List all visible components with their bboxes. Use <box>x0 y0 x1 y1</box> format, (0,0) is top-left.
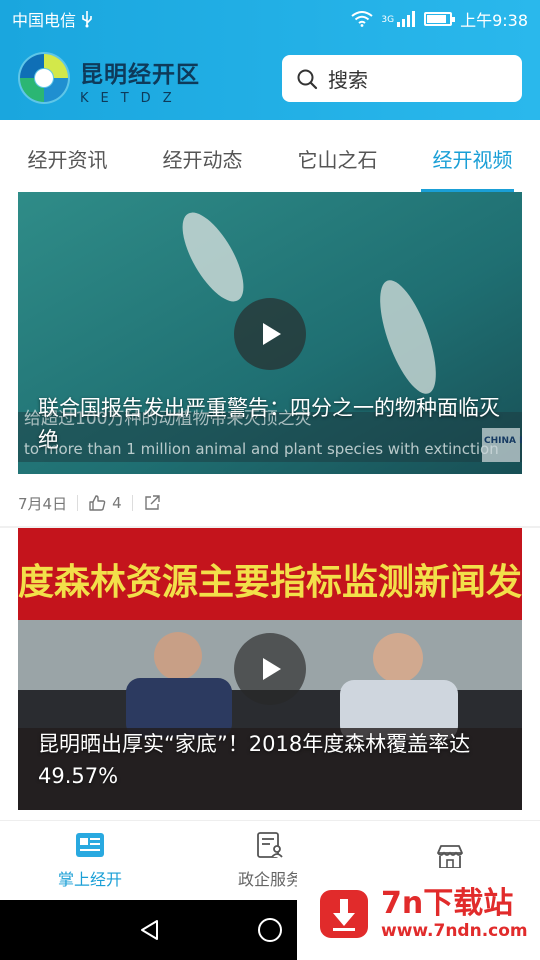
store-icon <box>437 844 463 869</box>
banner-text: 度森林资源主要指标监测新闻发布 <box>18 562 522 603</box>
brand-subtitle: KETDZ <box>80 91 184 106</box>
meta-divider <box>131 495 133 511</box>
service-icon <box>257 831 283 858</box>
signal-icon <box>397 11 416 27</box>
watermark-url: www.7ndn.com <box>381 921 528 941</box>
like-button[interactable]: 4 <box>88 494 122 512</box>
nav-home[interactable]: 掌上经开 <box>0 821 180 900</box>
tab-label: 经开动态 <box>162 148 243 172</box>
video-title: 昆明晒出厚实“家底”！2018年度森林覆盖率达49.57% <box>38 732 471 788</box>
play-button[interactable] <box>234 633 306 705</box>
play-icon <box>263 658 281 680</box>
video-date: 7月4日 <box>18 494 68 513</box>
video-title: 联合国报告发出严重警告：四分之一的物种面临灭绝 <box>38 396 500 452</box>
search-placeholder: 搜索 <box>328 68 368 92</box>
tab-updates[interactable]: 经开动态 <box>135 120 270 192</box>
ketdz-logo <box>18 52 70 104</box>
tab-label: 它山之石 <box>297 148 378 172</box>
watermark-name: 7n下载站 <box>381 886 514 921</box>
status-bar: 中国电信 3G 上午9:38 <box>0 0 540 38</box>
home-icon[interactable] <box>257 917 283 943</box>
battery-icon <box>424 12 456 26</box>
tab-label: 经开视频 <box>432 148 513 172</box>
brand: 昆明经开区 KETDZ <box>80 55 200 106</box>
tab-label: 经开资讯 <box>27 148 108 172</box>
play-button[interactable] <box>234 298 306 370</box>
network-type-label: 3G <box>381 15 395 25</box>
brand-name: 昆明经开区 <box>80 62 200 88</box>
wifi-icon <box>351 11 373 27</box>
news-icon <box>76 832 104 857</box>
watermark: 7n下载站 www.7ndn.com <box>297 868 540 960</box>
search-icon <box>297 69 318 89</box>
thumbs-up-icon <box>89 495 106 511</box>
tab-videos[interactable]: 经开视频 <box>405 120 540 192</box>
video-card[interactable]: 度森林资源主要指标监测新闻发布 昆明晒出厚实“家底”！2018年度森林覆盖率达4… <box>18 528 522 810</box>
meta-divider <box>77 495 79 511</box>
like-count: 4 <box>112 494 122 512</box>
nav-label: 政企服务 <box>237 869 302 889</box>
app-header: 中国电信 3G 上午9:38 昆明经开区 KETDZ 搜索 <box>0 0 540 120</box>
tab-other-stones[interactable]: 它山之石 <box>270 120 405 192</box>
video-card[interactable]: 给超过100万种的动植物带来灭顶之灾 to more than 1 millio… <box>18 192 522 474</box>
nav-label: 掌上经开 <box>57 869 122 889</box>
carrier-label: 中国电信 <box>12 11 77 30</box>
share-icon[interactable] <box>143 494 161 512</box>
usb-icon <box>82 11 92 28</box>
tab-news[interactable]: 经开资讯 <box>0 120 135 192</box>
clock: 上午9:38 <box>460 11 528 30</box>
back-icon[interactable] <box>138 918 162 942</box>
search-input[interactable]: 搜索 <box>282 55 522 102</box>
category-tabs: 经开资讯 经开动态 它山之石 经开视频 <box>0 120 540 192</box>
play-icon <box>263 323 281 345</box>
download-icon <box>320 890 368 938</box>
video-meta: 7月4日 4 <box>18 480 161 526</box>
